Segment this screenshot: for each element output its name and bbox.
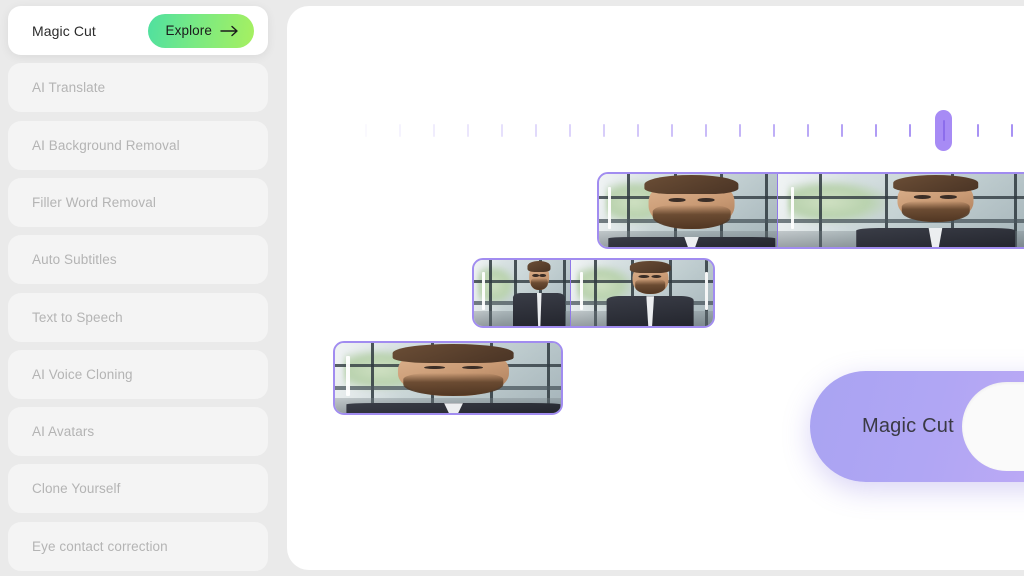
sidebar-item-label: AI Avatars <box>32 424 95 440</box>
ruler-tick <box>807 124 809 137</box>
clip-thumbnail-image <box>335 343 561 413</box>
ruler-tick <box>467 124 469 137</box>
timeline-ruler[interactable] <box>365 110 1024 151</box>
timeline-clip[interactable] <box>335 343 561 413</box>
sidebar-item-text-to-speech[interactable]: Text to Speech <box>8 292 268 342</box>
timeline-clip[interactable] <box>474 260 570 326</box>
explore-button-label: Explore <box>165 23 212 38</box>
sidebar-item-label: Filler Word Removal <box>32 194 156 210</box>
timeline-clip-track[interactable] <box>472 258 715 328</box>
clip-subject <box>608 174 775 247</box>
toggle-track[interactable] <box>962 382 1024 471</box>
sidebar-item-eye-contact-correction[interactable]: Eye contact correction <box>8 521 268 571</box>
clip-thumbnail-image <box>474 260 570 326</box>
clip-highlight-bar <box>346 355 350 397</box>
clip-highlight-bar <box>704 271 709 311</box>
ruler-tick <box>1011 124 1013 137</box>
clip-thumbnail-image <box>599 174 777 247</box>
clip-thumbnail-image <box>571 260 713 326</box>
sidebar-item-label: Eye contact correction <box>32 538 168 554</box>
sidebar-item-magic-cut[interactable]: Magic Cut Explore <box>8 6 268 55</box>
sidebar-item-ai-voice-cloning[interactable]: AI Voice Cloning <box>8 349 268 399</box>
clip-subject <box>606 260 695 326</box>
arrow-right-icon <box>220 25 239 37</box>
ruler-tick <box>977 124 979 137</box>
sidebar-item-label: AI Background Removal <box>32 137 180 153</box>
feature-sidebar: Magic Cut Explore AI Translate AI Backgroun… <box>0 0 278 576</box>
timeline-clip[interactable] <box>599 174 777 247</box>
timeline-clip-track[interactable] <box>333 341 563 415</box>
sidebar-item-auto-subtitles[interactable]: Auto Subtitles <box>8 235 268 285</box>
ruler-tick <box>875 124 877 137</box>
sidebar-item-label: AI Voice Cloning <box>32 366 133 382</box>
sidebar-item-label: Auto Subtitles <box>32 252 117 268</box>
ruler-tick <box>569 124 571 137</box>
sidebar-item-label: Magic Cut <box>32 22 96 39</box>
sidebar-item-ai-background-removal[interactable]: AI Background Removal <box>8 120 268 170</box>
clip-thumbnail-image <box>778 174 1024 247</box>
sidebar-item-filler-word-removal[interactable]: Filler Word Removal <box>8 177 268 227</box>
timeline-clip[interactable] <box>570 260 713 326</box>
ruler-tick <box>535 124 537 137</box>
ruler-tick <box>637 124 639 137</box>
clip-subject <box>346 343 561 413</box>
explore-button[interactable]: Explore <box>147 13 254 48</box>
editor-panel: Magic Cut <box>287 6 1024 570</box>
ruler-tick <box>671 124 673 137</box>
ruler-tick <box>739 124 741 137</box>
clip-highlight-bar <box>481 271 486 311</box>
sidebar-item-label: AI Translate <box>32 80 106 96</box>
clip-subject <box>855 174 1016 247</box>
sidebar-item-clone-yourself[interactable]: Clone Yourself <box>8 464 268 514</box>
ruler-tick <box>501 124 503 137</box>
app-root: Magic Cut Explore AI Translate AI Backgroun… <box>0 0 1024 576</box>
sidebar-item-ai-avatars[interactable]: AI Avatars <box>8 407 268 457</box>
sidebar-item-ai-translate[interactable]: AI Translate <box>8 63 268 113</box>
magic-cut-toggle-label: Magic Cut <box>862 415 954 437</box>
ruler-tick <box>365 124 367 137</box>
ruler-tick <box>433 124 435 137</box>
clip-highlight-bar <box>790 187 795 230</box>
ruler-tick <box>603 124 605 137</box>
ruler-tick <box>773 124 775 137</box>
sidebar-item-label: Text to Speech <box>32 309 123 325</box>
timeline-playhead[interactable] <box>935 110 952 151</box>
timeline-clip[interactable] <box>777 174 1024 247</box>
clip-highlight-bar <box>579 271 584 311</box>
ruler-tick <box>909 124 911 137</box>
ruler-tick <box>705 124 707 137</box>
timeline-clip-track[interactable] <box>597 172 1024 249</box>
clip-highlight-bar <box>607 187 612 230</box>
sidebar-item-label: Clone Yourself <box>32 481 121 497</box>
clip-subject <box>511 260 567 326</box>
ruler-tick <box>399 124 401 137</box>
magic-cut-toggle[interactable]: Magic Cut <box>810 371 1024 482</box>
ruler-tick <box>841 124 843 137</box>
